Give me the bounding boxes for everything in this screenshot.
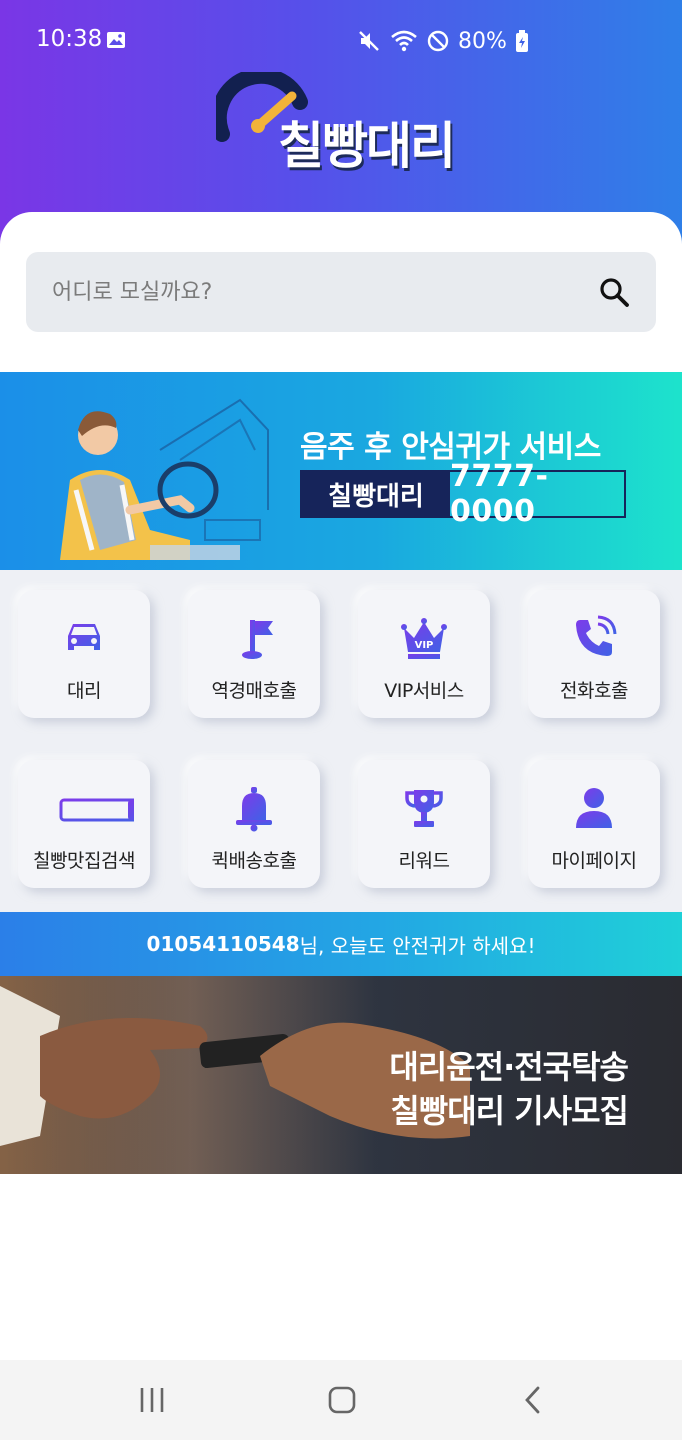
menu-item-label: 전화호출 <box>560 680 628 702</box>
back-icon[interactable] <box>516 1382 552 1418</box>
wifi-icon <box>391 30 417 52</box>
bell-icon <box>236 787 272 832</box>
greeting-message: 님, 오늘도 안전귀가 하세요! <box>299 933 536 958</box>
phone-icon <box>576 615 617 656</box>
search-icon[interactable] <box>596 274 632 310</box>
status-time: 10:38 <box>36 26 103 52</box>
driver-illustration <box>60 398 269 560</box>
service-menu: 대리 역경매호출 VIP VIP서비스 전화호출 칠빵맛집검색 퀵배송호출 리워… <box>0 570 682 912</box>
home-icon[interactable] <box>324 1382 360 1418</box>
menu-item-label: 칠빵맛집검색 <box>33 850 135 872</box>
menu-item-label: 역경매호출 <box>211 680 297 702</box>
menu-item-vip[interactable]: VIP VIP서비스 <box>358 590 490 718</box>
trophy-icon <box>405 790 443 827</box>
menu-item-my-page[interactable]: 마이페이지 <box>528 760 660 888</box>
status-icons: 80% <box>356 26 529 56</box>
menu-item-label: 대리 <box>67 680 101 702</box>
menu-item-label: 퀵배송호출 <box>211 850 297 872</box>
menu-item-reward[interactable]: 리워드 <box>358 760 490 888</box>
recruit-headline: 대리운전·전국탁송 <box>389 1048 629 1086</box>
menu-item-quick-delivery[interactable]: 퀵배송호출 <box>188 760 320 888</box>
do-not-disturb-icon <box>427 30 449 52</box>
svg-text:VIP: VIP <box>415 640 434 651</box>
banner-brand: 칠빵대리 <box>302 472 450 516</box>
app-logo: 칠빵대리 <box>216 72 476 175</box>
recruit-subheadline: 칠빵대리 기사모집 <box>390 1092 629 1130</box>
system-navigation-bar <box>0 1360 682 1440</box>
driver-recruitment-banner[interactable]: 대리운전·전국탁송 칠빵대리 기사모집 <box>0 976 682 1174</box>
user-icon <box>576 788 612 828</box>
menu-item-reverse-auction[interactable]: 역경매호출 <box>188 590 320 718</box>
battery-charging-icon <box>515 30 528 52</box>
menu-item-phone-call[interactable]: 전화호출 <box>528 590 660 718</box>
banner-contact-box: 칠빵대리 7777-0000 <box>300 459 626 529</box>
menu-item-label: 마이페이지 <box>551 850 637 872</box>
greeting-user-id: 01054110548 <box>146 932 300 956</box>
main-content: 음주 후 안심귀가 서비스 칠빵대리 7777-0000 대리 <box>0 212 682 1360</box>
vip-crown-icon: VIP <box>401 618 447 659</box>
banner-phone: 7777-0000 <box>450 459 549 529</box>
safe-ride-banner[interactable]: 음주 후 안심귀가 서비스 칠빵대리 7777-0000 <box>0 372 682 570</box>
gallery-notification-icon <box>107 32 125 48</box>
menu-item-restaurant-search[interactable]: 칠빵맛집검색 <box>18 760 150 888</box>
destination-search[interactable] <box>26 252 656 332</box>
recent-apps-icon[interactable] <box>134 1382 170 1418</box>
status-bar: 10:38 80% <box>0 0 682 80</box>
search-input[interactable] <box>52 270 572 314</box>
battery-percent: 80% <box>458 28 507 54</box>
car-icon <box>68 624 100 650</box>
menu-item-driver[interactable]: 대리 <box>18 590 150 718</box>
menu-item-label: VIP서비스 <box>384 680 464 702</box>
app-name: 칠빵대리 <box>278 117 456 175</box>
mute-icon <box>359 31 379 51</box>
menu-item-label: 리워드 <box>398 850 450 872</box>
greeting-bar: 01054110548 님, 오늘도 안전귀가 하세요! <box>0 912 682 976</box>
search-bar-icon <box>59 798 134 822</box>
flag-icon <box>242 620 273 659</box>
